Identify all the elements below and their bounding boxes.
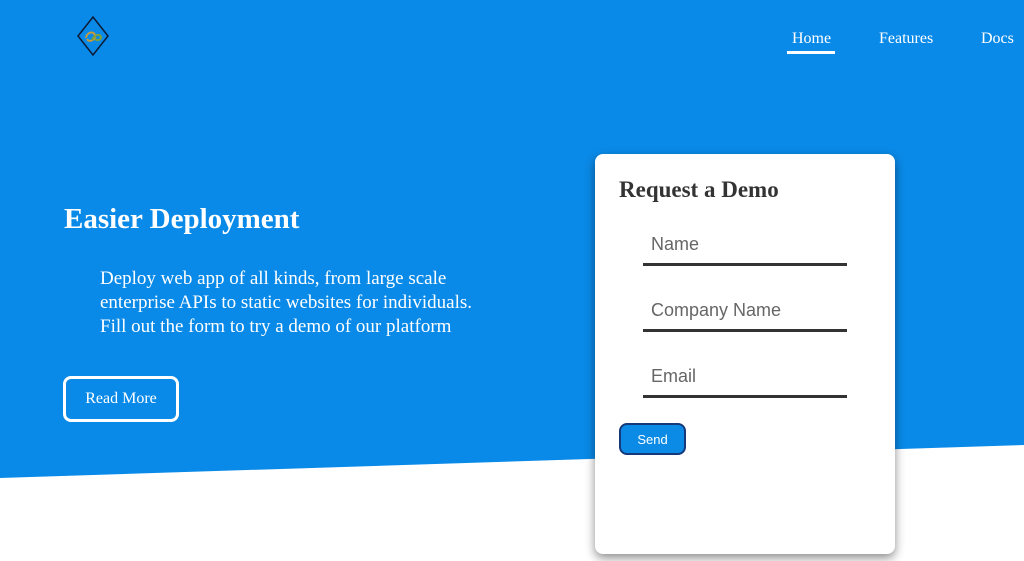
hero-description-line: enterprise APIs to static websites for i… [100, 292, 473, 313]
top-nav: Home Features Docs [0, 0, 1024, 70]
demo-form-title: Request a Demo [619, 177, 779, 202]
send-button[interactable]: Send [619, 423, 686, 455]
nav-link-docs[interactable]: Docs [981, 30, 1014, 48]
nav-link-features[interactable]: Features [879, 30, 933, 48]
hero-title: Easier Deployment [64, 203, 300, 235]
nav-link-home[interactable]: Home [792, 30, 831, 48]
company-name-field[interactable] [643, 292, 847, 332]
hero-description: Deploy web app of all kinds, from large … [100, 267, 520, 339]
name-field[interactable] [643, 226, 847, 266]
hero-description-line: Deploy web app of all kinds, from large … [100, 268, 447, 289]
nav-active-underline [787, 51, 835, 54]
demo-request-card: Request a Demo Send [595, 154, 895, 554]
read-more-button[interactable]: Read More [63, 376, 179, 422]
email-field[interactable] [643, 358, 847, 398]
hero-description-line: Fill out the form to try a demo of our p… [100, 316, 452, 337]
